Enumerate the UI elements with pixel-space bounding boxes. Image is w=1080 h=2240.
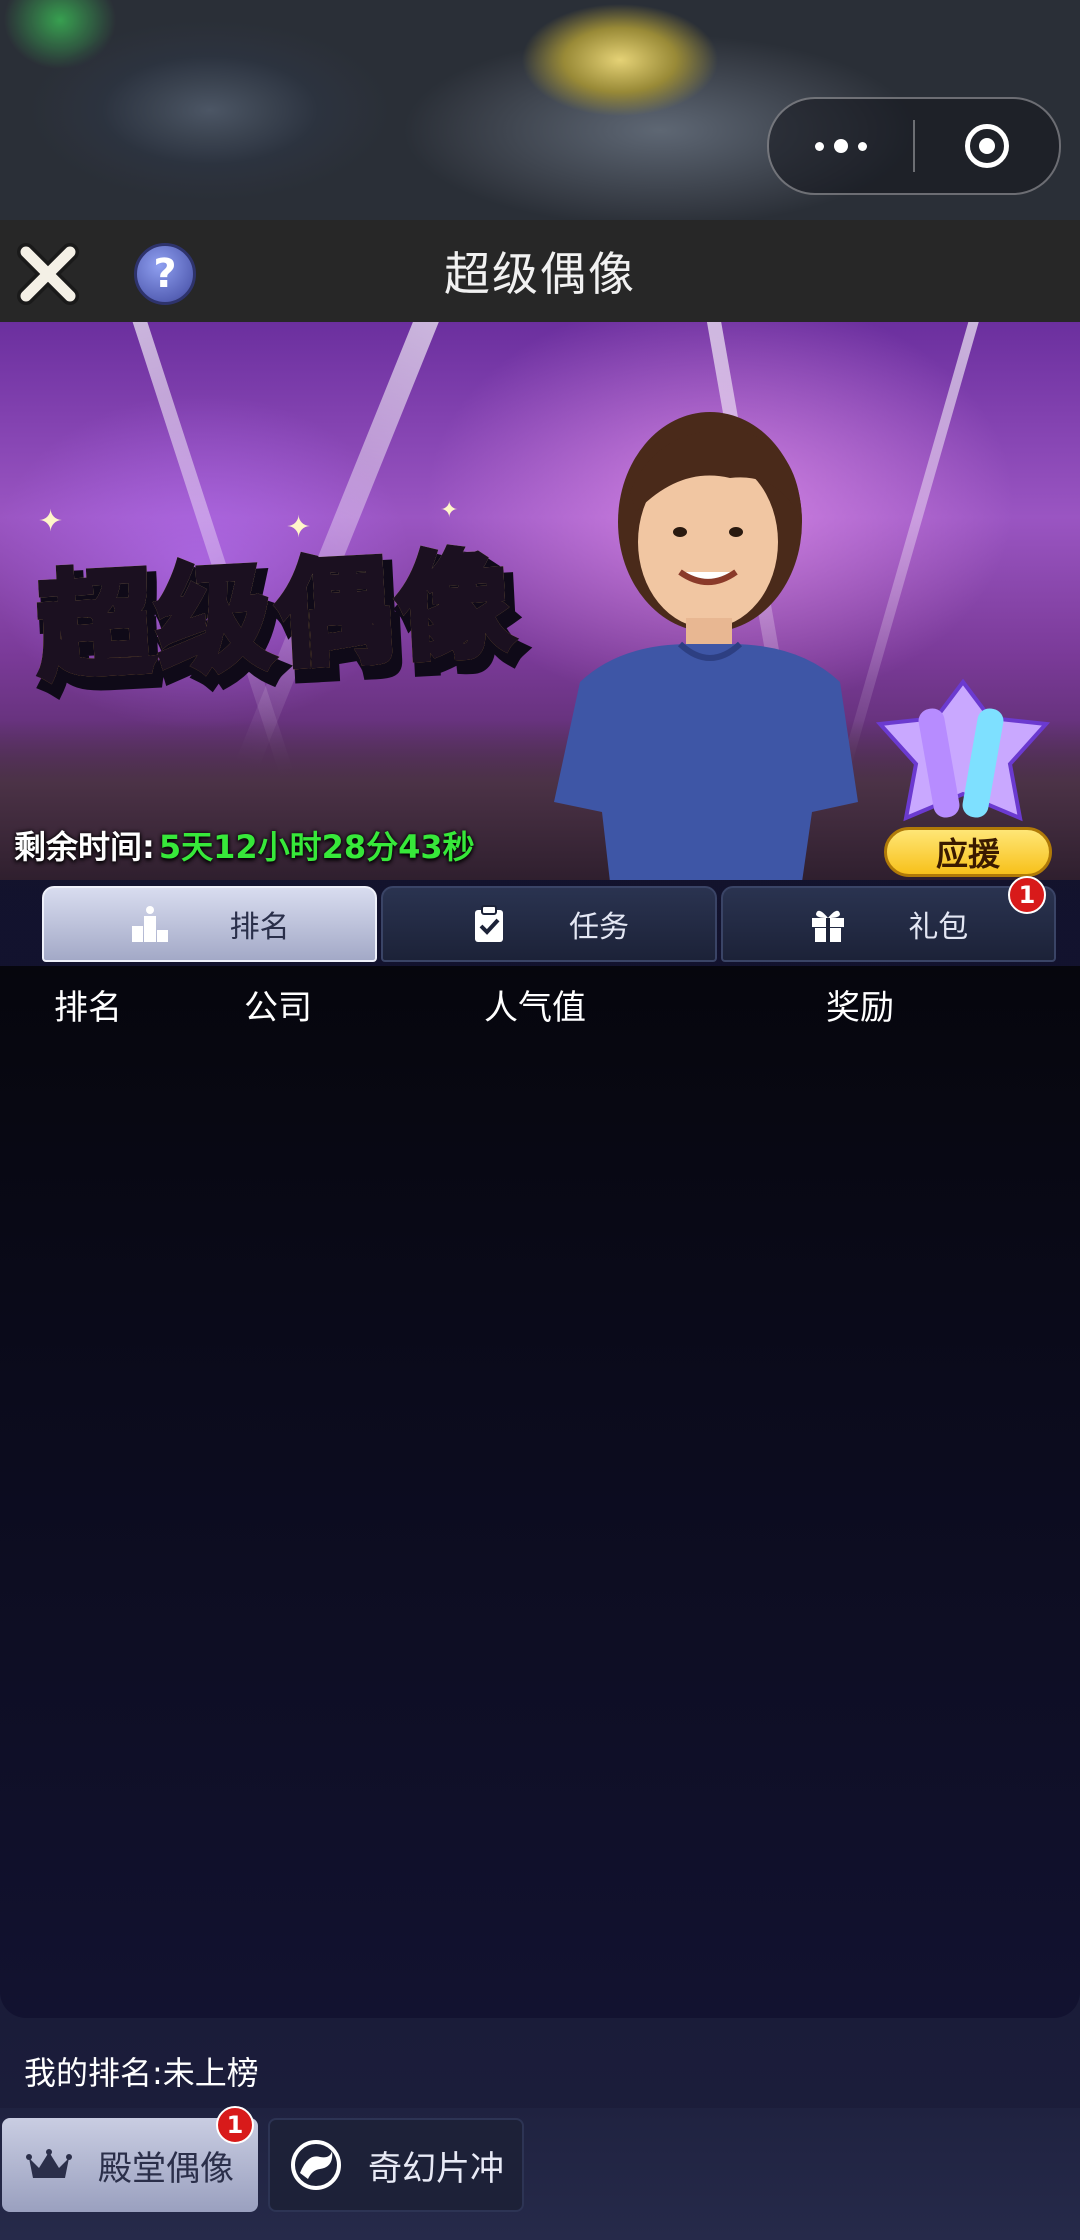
tab-fantasy-film-rush[interactable]: 奇幻片冲 (268, 2118, 524, 2212)
tab-hall-of-fame-idol[interactable]: 殿堂偶像 1 (2, 2106, 258, 2212)
remaining-time-value: 5天12小时28分43秒 (158, 828, 475, 866)
sparkle-icon: ✦ (286, 510, 312, 545)
question-mark-icon: ? (153, 251, 177, 297)
remaining-time-label: 剩余时间: (14, 828, 155, 866)
tab-fantasy-film-rush-label: 奇幻片冲 (368, 2148, 504, 2189)
event-logo: 超级偶像 (30, 510, 522, 703)
more-dots-icon (815, 139, 867, 153)
my-rank-value: 未上榜 (162, 2054, 259, 2092)
page-title: 超级偶像 (444, 247, 636, 301)
ranking-panel: 排名 公司 人气值 奖励 (0, 966, 1080, 2018)
crown-icon (26, 2149, 72, 2178)
tab-gift-pack[interactable]: 礼包 1 (720, 876, 1056, 962)
my-rank-label: 我的排名: (24, 2054, 163, 2092)
remaining-time: 剩余时间: 5天12小时28分43秒 (14, 822, 475, 868)
super-idol-page: ? 超级偶像 超级偶像 超级偶像 ✦ ✦ ✦ (0, 0, 1080, 2240)
close-button[interactable] (14, 240, 82, 308)
miniprogram-capsule (767, 97, 1061, 195)
tab-ranking[interactable]: 排名 (42, 886, 378, 962)
close-icon (17, 243, 79, 305)
event-banner: 超级偶像 超级偶像 ✦ ✦ ✦ 剩余时间: 5天12小时28分43秒 应援 (0, 322, 1080, 880)
column-header-reward: 奖励 (826, 988, 894, 1028)
title-bar: ? 超级偶像 (0, 220, 1080, 322)
tab-tasks[interactable]: 任务 (381, 886, 717, 962)
sparkle-icon: ✦ (38, 504, 64, 539)
notification-badge: 1 (1007, 876, 1046, 914)
notification-badge: 1 (216, 2106, 254, 2144)
tab-hall-of-fame-label: 殿堂偶像 (98, 2148, 234, 2189)
sparkle-icon: ✦ (440, 498, 459, 523)
fantasy-emblem-icon (291, 2140, 341, 2190)
idol-character-illustration (554, 412, 858, 880)
help-button[interactable]: ? (134, 243, 196, 305)
tab-tasks-label: 任务 (568, 910, 629, 945)
column-header-rank: 排名 (54, 988, 122, 1028)
support-button[interactable]: 应援 (884, 827, 1052, 877)
column-header-company: 公司 (244, 988, 312, 1028)
exit-miniprogram-button[interactable] (915, 99, 1059, 193)
my-rank: 我的排名:未上榜 (24, 2048, 259, 2094)
gift-icon (808, 904, 848, 944)
podium-icon (130, 904, 170, 944)
column-header-popularity: 人气值 (484, 988, 586, 1028)
target-circle-icon (965, 124, 1009, 168)
tab-ranking-label: 排名 (229, 910, 290, 945)
lightstick-icon (875, 678, 1051, 822)
clipboard-check-icon (469, 904, 509, 944)
more-menu-button[interactable] (769, 99, 913, 193)
event-tabs: 排名 任务 礼包 1 (42, 876, 1056, 964)
tab-gift-pack-label: 礼包 (908, 910, 969, 945)
